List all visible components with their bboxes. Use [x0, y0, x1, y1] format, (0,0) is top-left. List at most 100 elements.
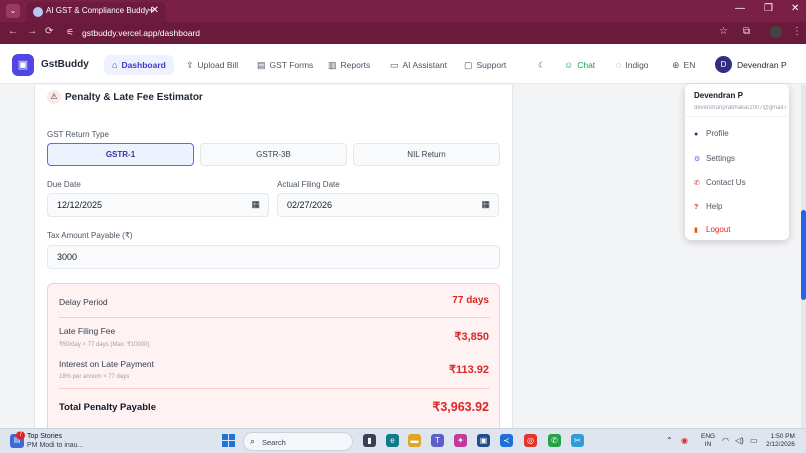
minimize-window-button[interactable]: —	[735, 3, 745, 14]
help-icon: ?	[694, 204, 699, 211]
menu-item-settings[interactable]: ⚙ Settings	[694, 154, 735, 163]
tax-amount-value: 3000	[57, 252, 78, 262]
language-selector[interactable]: ⊕ EN	[664, 55, 703, 75]
scrollbar-thumb[interactable]	[801, 210, 806, 300]
forward-button[interactable]: →	[27, 26, 37, 37]
task-view-icon[interactable]: ▮	[363, 434, 376, 447]
browser-menu-icon[interactable]: ⋮	[792, 26, 802, 37]
return-type-gstr1-button[interactable]: GSTR-1	[47, 143, 194, 166]
support-icon: ▢	[464, 60, 473, 70]
total-penalty-value: ₹3,963.92	[432, 400, 489, 414]
new-tab-button[interactable]: +	[148, 3, 155, 17]
security-icon[interactable]: ◉	[681, 436, 688, 445]
nav-ai-assistant[interactable]: ▭ AI Assistant	[382, 55, 455, 75]
taskbar-search-box[interactable]: ⌕ Search	[243, 432, 353, 451]
penalty-estimator-card: ⚠ Penalty & Late Fee Estimator GST Retur…	[34, 85, 513, 428]
menu-item-profile[interactable]: ● Profile	[694, 129, 729, 138]
taskbar-search-placeholder: Search	[262, 438, 286, 447]
user-avatar[interactable]: D	[715, 56, 732, 73]
menu-item-profile-label: Profile	[706, 129, 729, 138]
logout-icon: ▮	[694, 227, 698, 234]
teams-icon[interactable]: T	[431, 434, 444, 447]
tax-amount-input[interactable]: 3000	[47, 245, 500, 269]
estimator-title: Penalty & Late Fee Estimator	[65, 92, 203, 103]
system-clock[interactable]: 1:50 PM 2/12/2026	[766, 433, 795, 449]
back-button[interactable]: ←	[8, 26, 18, 37]
whatsapp-icon: ☺	[564, 60, 574, 70]
input-language-indicator[interactable]: ENG IN	[701, 433, 715, 449]
upload-icon: ⇪	[186, 60, 194, 70]
user-name[interactable]: Devendran P	[737, 60, 787, 70]
close-window-button[interactable]: ✕	[791, 3, 799, 14]
chrome-icon[interactable]: ◎	[524, 434, 537, 447]
theme-name-label: Indigo	[625, 60, 649, 70]
page-scrollbar[interactable]	[801, 85, 806, 428]
nav-upload-bill[interactable]: ⇪ Upload Bill	[178, 55, 246, 75]
menu-user-name: Devendran P	[694, 91, 743, 100]
interest-value: ₹113.92	[448, 364, 489, 376]
news-widget-title[interactable]: Top Stories	[27, 433, 62, 440]
extensions-icon[interactable]: ⧉	[743, 26, 750, 37]
volume-icon[interactable]: ◁)	[735, 436, 744, 445]
late-fee-breakdown: ₹50/day × 77 days (Max: ₹10000)	[59, 342, 150, 348]
calendar-icon[interactable]: ▦	[481, 199, 490, 210]
user-icon: ●	[694, 131, 699, 138]
chat-button[interactable]: ☺ Chat	[556, 55, 603, 75]
file-explorer-icon[interactable]: ▬	[408, 434, 421, 447]
edge-browser-icon[interactable]: e	[386, 434, 399, 447]
site-info-icon[interactable]: ⚟	[66, 27, 74, 38]
nav-ai-assistant-label: AI Assistant	[402, 60, 447, 70]
calendar-icon[interactable]: ▦	[251, 199, 260, 210]
browser-toolbar: ← → ⟳ ⚟ gstbuddy.vercel.app/dashboard ☆ …	[0, 22, 806, 44]
theme-toggle-button[interactable]: ☾	[530, 55, 554, 75]
reload-button[interactable]: ⟳	[45, 26, 53, 37]
news-badge: 7	[16, 431, 25, 440]
menu-user-email: devendranprabhakar2007@gmail.com	[694, 105, 786, 111]
wifi-icon[interactable]: ◠	[722, 436, 729, 445]
filing-date-input[interactable]: 02/27/2026 ▦	[277, 193, 499, 217]
theme-selector[interactable]: ◌ Indigo	[608, 55, 657, 75]
menu-item-contact-us-label: Contact Us	[706, 178, 746, 187]
menu-item-logout[interactable]: ▮ Logout	[694, 225, 730, 234]
news-widget-headline[interactable]: PM Modi to inau...	[27, 442, 83, 449]
menu-item-contact-us[interactable]: ✆ Contact Us	[694, 178, 746, 187]
windows-start-icon[interactable]	[222, 434, 236, 448]
interest-breakdown: 18% per annum × 77 days	[59, 374, 130, 380]
return-type-nil-button[interactable]: NIL Return	[353, 143, 500, 166]
gear-icon: ⚙	[694, 156, 701, 163]
late-fee-value: ₹3,850	[454, 331, 489, 343]
app-logo-icon[interactable]: ▣	[12, 54, 34, 76]
bookmark-star-icon[interactable]: ☆	[719, 26, 728, 37]
home-icon: ⌂	[112, 60, 118, 70]
delay-period-label: Delay Period	[59, 297, 108, 307]
snipping-tool-icon[interactable]: ✂	[571, 434, 584, 447]
tab-title: AI GST & Compliance Buddy	[46, 6, 150, 15]
return-type-gstr3b-button[interactable]: GSTR-3B	[200, 143, 347, 166]
browser-tab[interactable]: AI GST & Compliance Buddy ✕	[26, 2, 166, 22]
browser-tab-strip: ⌄ AI GST & Compliance Buddy ✕ + — ❐ ✕	[0, 0, 806, 22]
nav-reports[interactable]: ▥ Reports	[320, 55, 378, 75]
address-bar[interactable]: ⚟ gstbuddy.vercel.app/dashboard ☆	[62, 25, 734, 41]
nav-gst-forms[interactable]: ▤ GST Forms	[249, 55, 321, 75]
show-hidden-icons-icon[interactable]: ⌃	[666, 436, 673, 445]
nav-dashboard[interactable]: ⌂ Dashboard	[104, 55, 174, 75]
copilot-icon[interactable]: ✦	[454, 434, 467, 447]
store-icon[interactable]: ▣	[477, 434, 490, 447]
whatsapp-taskbar-icon[interactable]: ✆	[548, 434, 561, 447]
app-name[interactable]: GstBuddy	[41, 59, 89, 70]
nav-support[interactable]: ▢ Support	[456, 55, 514, 75]
moon-icon: ☾	[538, 60, 546, 70]
nav-dashboard-label: Dashboard	[121, 60, 166, 70]
due-date-input[interactable]: 12/12/2025 ▦	[47, 193, 269, 217]
url-text[interactable]: gstbuddy.vercel.app/dashboard	[82, 28, 200, 38]
battery-icon[interactable]: ▭	[750, 436, 758, 445]
browser-profile-avatar[interactable]	[770, 26, 782, 38]
restore-window-button[interactable]: ❐	[764, 3, 773, 14]
delay-period-value: 77 days	[452, 295, 489, 306]
menu-item-help[interactable]: ? Help	[694, 202, 722, 211]
vscode-icon[interactable]: ≺	[500, 434, 513, 447]
forms-icon: ▤	[257, 60, 266, 70]
filing-date-value: 02/27/2026	[287, 200, 333, 210]
tab-search-button[interactable]: ⌄	[6, 4, 20, 18]
penalty-summary-box: Delay Period 77 days Late Filing Fee ₹50…	[47, 283, 500, 428]
